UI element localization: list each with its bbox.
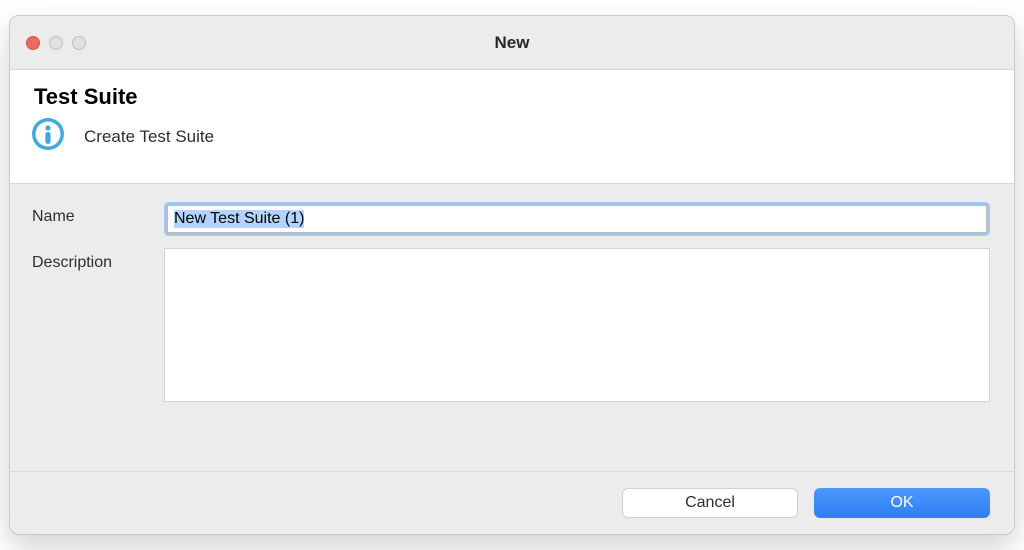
dialog-heading: Test Suite — [34, 84, 990, 110]
dialog-header: Test Suite Create Test Suite — [10, 70, 1014, 184]
window-title: New — [10, 33, 1014, 53]
description-textarea[interactable] — [164, 248, 990, 402]
dialog-window: New Test Suite Create Test Suite Name De… — [9, 15, 1015, 535]
cancel-button[interactable]: Cancel — [622, 488, 798, 518]
description-label: Description — [32, 248, 164, 272]
name-input[interactable] — [167, 205, 987, 233]
dialog-subheader: Create Test Suite — [34, 116, 990, 157]
titlebar: New — [10, 16, 1014, 70]
ok-button[interactable]: OK — [814, 488, 990, 518]
dialog-description: Create Test Suite — [84, 127, 214, 147]
info-icon — [30, 116, 66, 157]
name-input-focus-ring — [164, 202, 990, 236]
dialog-footer: Cancel OK — [10, 471, 1014, 534]
form-body: Name Description — [10, 184, 1014, 420]
name-label: Name — [32, 202, 164, 226]
